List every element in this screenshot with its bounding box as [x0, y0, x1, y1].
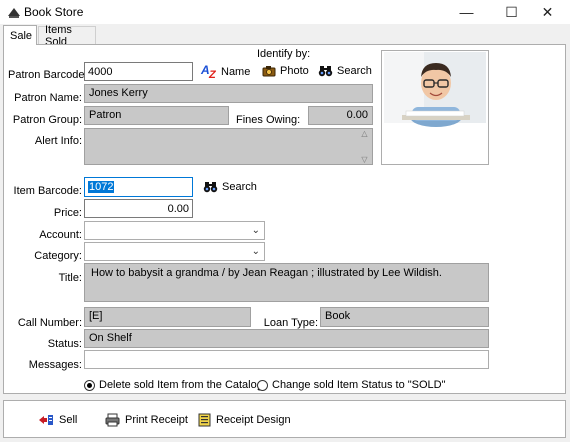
fines-owing-label: Fines Owing: [236, 114, 301, 126]
identify-search-label: Search [337, 65, 372, 77]
az-icon-z: Z [209, 69, 216, 81]
sell-label: Sell [59, 414, 78, 426]
window-title: Book Store [24, 5, 84, 19]
app-icon [6, 4, 22, 20]
scroll-down-icon[interactable]: ▽ [361, 155, 367, 164]
patron-name-label: Patron Name: [14, 92, 82, 104]
receipt-design-icon [198, 413, 211, 427]
change-status-option[interactable]: Change sold Item Status to "SOLD" [257, 379, 446, 391]
messages-label: Messages: [28, 359, 82, 371]
title-field: How to babysit a grandma / by Jean Reaga… [84, 263, 489, 302]
alert-info-field [84, 128, 373, 165]
patron-photo [384, 52, 486, 127]
print-receipt-button[interactable]: Print Receipt [105, 413, 188, 427]
loan-type-field: Book [320, 307, 489, 327]
patron-name-field: Jones Kerry [84, 84, 373, 103]
tab-items-sold[interactable]: Items Sold [38, 24, 96, 48]
call-number-label: Call Number: [17, 317, 82, 329]
price-label: Price: [53, 207, 82, 219]
sell-button[interactable]: Sell [38, 413, 77, 427]
identify-name-label: Name [221, 66, 251, 78]
account-label: Account: [39, 229, 82, 241]
patron-barcode-input[interactable]: 4000 [84, 62, 193, 81]
minimize-button[interactable]: — [444, 0, 489, 24]
sell-icon [38, 413, 54, 427]
change-status-radio[interactable] [257, 379, 268, 391]
status-field: On Shelf [84, 329, 489, 348]
printer-icon [105, 413, 120, 427]
loan-type-label: Loan Type: [263, 317, 318, 329]
messages-field [84, 350, 489, 369]
receipt-design-button[interactable]: Receipt Design [198, 413, 291, 427]
alert-info-label: Alert Info: [34, 135, 82, 147]
category-label: Category: [34, 250, 82, 262]
patron-group-label: Patron Group: [12, 114, 82, 126]
close-button[interactable]: ✕ [525, 0, 570, 24]
print-receipt-label: Print Receipt [125, 414, 188, 426]
binoculars-icon [203, 181, 218, 193]
item-barcode-input[interactable]: 1072 [84, 177, 193, 197]
patron-group-field: Patron [84, 106, 229, 125]
identify-photo-label: Photo [280, 65, 309, 77]
call-number-field: [E] [84, 307, 251, 327]
camera-icon [262, 65, 276, 77]
price-input[interactable]: 0.00 [84, 199, 193, 218]
az-sort-icon: A Z [201, 63, 217, 81]
item-search-label: Search [222, 181, 257, 193]
change-option-label: Change sold Item Status to "SOLD" [272, 379, 446, 391]
identify-name-button[interactable]: A Z Name [201, 63, 251, 81]
scroll-up-icon[interactable]: △ [361, 129, 367, 138]
title-label: Title: [58, 272, 82, 284]
binoculars-icon [318, 65, 333, 77]
identify-search-button[interactable]: Search [318, 65, 372, 77]
chevron-down-icon: ⌄ [251, 246, 260, 257]
alert-info-scrollbar[interactable]: △ ▽ [357, 129, 372, 164]
identify-photo-button[interactable]: Photo [262, 65, 309, 77]
identify-heading: Identify by: [257, 48, 311, 60]
delete-sold-item-option[interactable]: Delete sold Item from the Catalog [84, 379, 263, 391]
delete-option-label: Delete sold Item from the Catalog [99, 379, 263, 391]
item-barcode-label: Item Barcode: [13, 185, 82, 197]
item-barcode-value: 1072 [88, 181, 115, 193]
status-label: Status: [47, 338, 82, 350]
delete-radio[interactable] [84, 379, 95, 391]
account-select[interactable]: ⌄ [84, 221, 265, 240]
tab-sale[interactable]: Sale [3, 25, 37, 45]
category-select[interactable]: ⌄ [84, 242, 265, 261]
chevron-down-icon: ⌄ [251, 225, 260, 236]
patron-photo-frame [381, 50, 489, 165]
fines-owing-field: 0.00 [308, 106, 373, 125]
receipt-design-label: Receipt Design [216, 414, 291, 426]
item-search-button[interactable]: Search [203, 181, 257, 193]
patron-barcode-label: Patron Barcode: [8, 69, 88, 81]
